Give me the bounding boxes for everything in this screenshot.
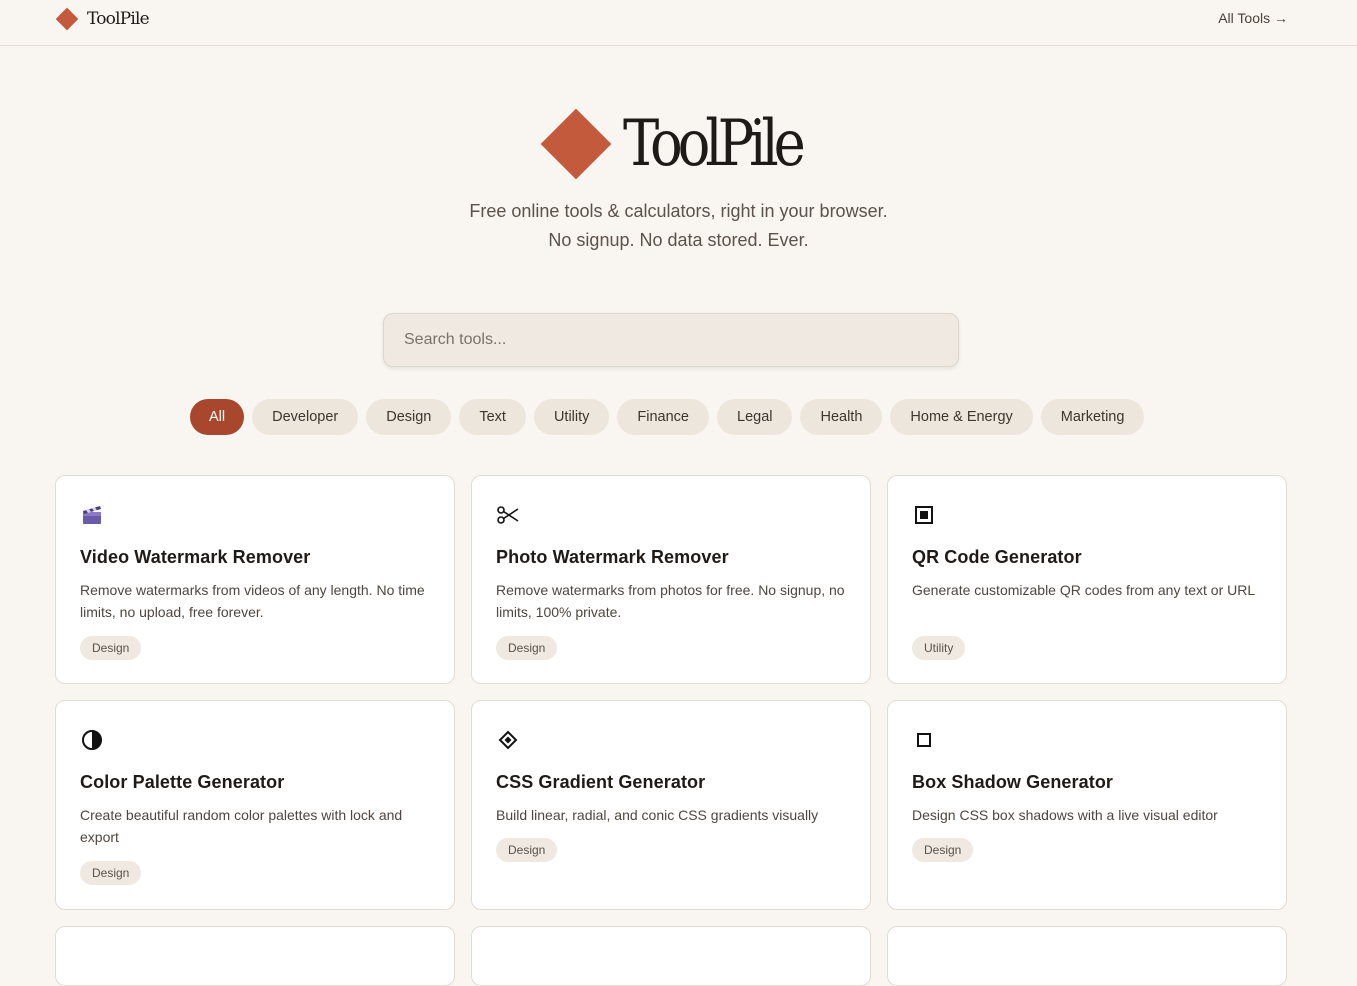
hero-title: ToolPile [623,107,806,181]
tool-card-qr-code-generator[interactable]: QR Code Generator Generate customizable … [887,475,1287,684]
card-description: Create beautiful random color palettes w… [80,807,403,845]
card-description: Remove watermarks from photos for free. … [496,582,845,620]
card-category-badge: Design [496,636,558,660]
card-category-badge: Design [496,838,558,862]
card-category-badge: Design [80,861,142,885]
card-description: Generate customizable QR codes from any … [912,582,1256,598]
square-outline-icon [912,728,936,752]
filter-chip-health[interactable]: Health [800,399,883,435]
brand-link[interactable]: ToolPile [55,7,150,31]
card-category-badge: Design [912,838,974,862]
filter-chip-design[interactable]: Design [366,399,452,435]
card-description: Build linear, radial, and conic CSS grad… [496,807,819,823]
filter-chip-developer[interactable]: Developer [252,399,359,435]
tool-card-css-gradient-generator[interactable]: CSS Gradient Generator Build linear, rad… [471,700,871,910]
card-category-badge: Design [80,636,142,660]
clapperboard-icon [80,503,104,527]
top-nav: ToolPile All Tools → [0,0,1357,46]
tool-card-color-palette-generator[interactable]: Color Palette Generator Create beautiful… [55,700,455,910]
card-title: Box Shadow Generator [912,772,1114,792]
tool-card-video-watermark-remover[interactable]: Video Watermark Remover Remove watermark… [55,475,455,684]
search-input[interactable] [383,313,959,367]
card-description: Remove watermarks from videos of any len… [80,582,425,620]
logo-diamond-icon [55,7,79,31]
card-title: CSS Gradient Generator [496,772,706,792]
filter-chip-text[interactable]: Text [459,399,526,435]
filter-chip-finance[interactable]: Finance [617,399,709,435]
filter-chip-marketing[interactable]: Marketing [1040,399,1145,435]
card-title: Color Palette Generator [80,772,285,792]
card-title: QR Code Generator [912,547,1082,567]
card-category-badge: Utility [912,636,966,660]
all-tools-link[interactable]: All Tools → [1218,10,1288,26]
half-circle-icon [80,728,104,752]
hero-logo: ToolPile [540,104,832,184]
logo-diamond-icon [540,108,612,180]
tagline-line-2: No signup. No data stored. Ever. [548,230,809,250]
tool-card-photo-watermark-remover[interactable]: Photo Watermark Remover Remove watermark… [471,475,871,684]
filter-chip-legal[interactable]: Legal [717,399,793,435]
tool-card-box-shadow-generator[interactable]: Box Shadow Generator Design CSS box shad… [887,700,1287,910]
card-title: Video Watermark Remover [80,547,311,567]
card-description: Design CSS box shadows with a live visua… [912,807,1218,823]
brand-name: ToolPile [87,9,150,29]
filter-chip-all[interactable]: All [190,399,245,435]
tool-card-partial[interactable] [887,926,1287,986]
tagline-line-1: Free online tools & calculators, right i… [469,201,888,221]
filter-chip-home-energy[interactable]: Home & Energy [890,399,1033,435]
category-filters: All Developer Design Text Utility Financ… [190,399,1145,435]
filter-chip-utility[interactable]: Utility [533,399,610,435]
qr-square-icon [912,503,936,527]
card-title: Photo Watermark Remover [496,547,729,567]
scissors-icon [496,503,520,527]
diamond-dot-icon [496,728,520,752]
tool-card-partial[interactable] [55,926,455,986]
tool-card-partial[interactable] [471,926,871,986]
